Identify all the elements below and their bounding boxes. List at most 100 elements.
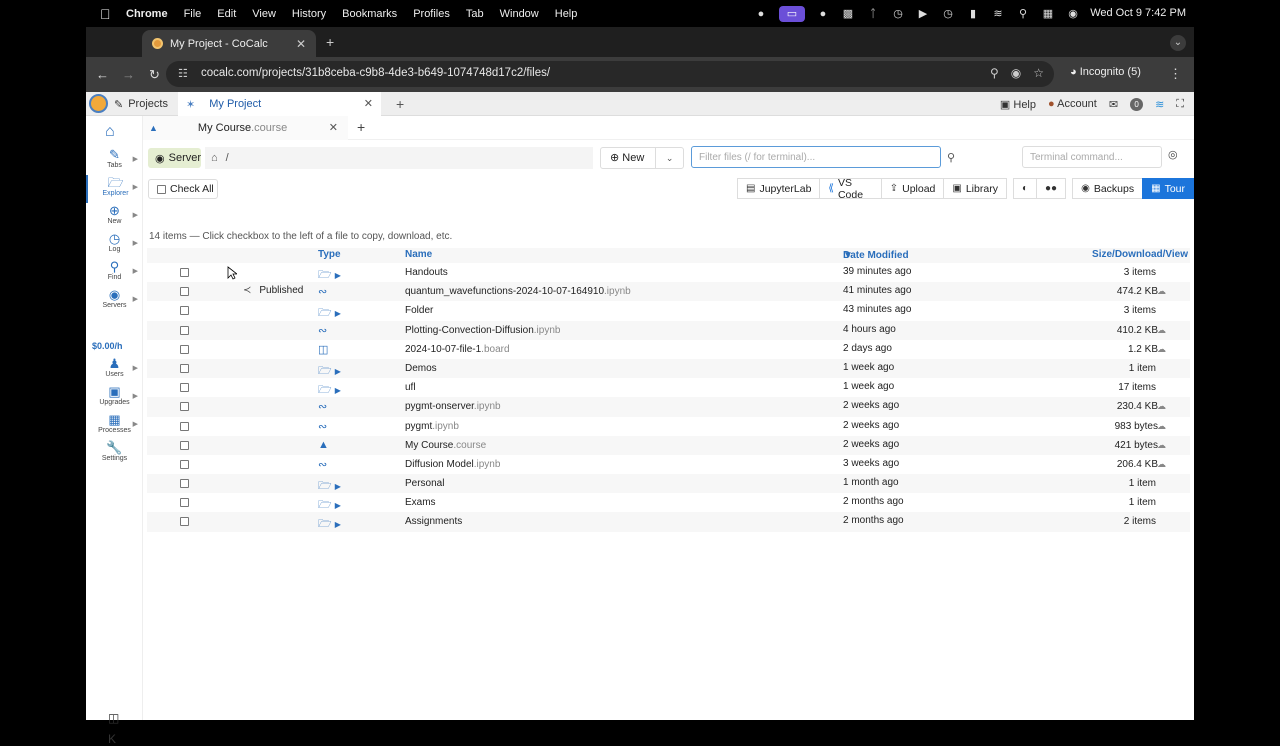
download-icon[interactable]: ☁ (1157, 440, 1166, 451)
file-name[interactable]: ufl (405, 382, 416, 393)
incognito-indicator[interactable]: ◕ Incognito (5) (1070, 66, 1141, 78)
file-name[interactable]: Folder (405, 305, 433, 316)
file-size[interactable]: 2 items (1124, 516, 1156, 527)
file-size[interactable]: 410.2 KB (1117, 325, 1158, 336)
search-status-icon[interactable]: ⚲ (1016, 7, 1030, 21)
file-size[interactable]: 1 item (1129, 478, 1156, 489)
messages-icon[interactable]: ✉ (1109, 98, 1118, 111)
clock-icon[interactable]: ◷ (941, 7, 955, 21)
file-name[interactable]: 2024-10-07-file-1.board (405, 344, 510, 355)
row-checkbox[interactable] (180, 306, 189, 316)
jupyterlab-button[interactable]: ▤ JupyterLab (737, 178, 821, 199)
file-name[interactable]: pygmt-onserver.ipynb (405, 401, 501, 412)
menu-tab[interactable]: Tab (466, 8, 484, 20)
file-name[interactable]: My Course.course (405, 440, 486, 451)
filter-files-input[interactable] (691, 146, 941, 168)
file-name[interactable]: Exams (405, 497, 436, 508)
display-icon[interactable]: ▩ (841, 7, 855, 21)
file-row[interactable]: 🗁 ▶ Assignments 2 months ago 2 items (147, 512, 1190, 532)
download-icon[interactable]: ☁ (1157, 325, 1166, 336)
menu-bookmarks[interactable]: Bookmarks (342, 8, 397, 20)
close-project-tab-icon[interactable]: ✕ (364, 97, 373, 110)
sidebar-item-upgrades[interactable]: ▣ Upgrades ▶ (86, 384, 143, 412)
file-row[interactable]: 🗁 ▶ Personal 1 month ago 1 item (147, 474, 1190, 494)
bluetooth-icon[interactable]: ᛏ (866, 7, 880, 21)
menu-edit[interactable]: Edit (217, 8, 236, 20)
user-icon[interactable]: ● (816, 7, 830, 21)
sidebar-item-find[interactable]: ⚲ Find ▶ (86, 259, 143, 287)
forward-icon[interactable]: → (122, 67, 135, 82)
file-name[interactable]: Plotting-Convection-Diffusion.ipynb (405, 325, 560, 336)
file-row[interactable]: ◫ 2024-10-07-file-1.board 2 days ago 1.2 KB… (147, 340, 1190, 359)
file-row[interactable]: 🗁 ▶ ufl 1 week ago 17 items (147, 378, 1190, 397)
browser-tab[interactable]: My Project - CoCalc ✕ (142, 30, 316, 57)
sidebar-item-new[interactable]: ⊕ New ▶ (86, 203, 143, 231)
hide-hidden-button[interactable]: ◐ (1012, 178, 1037, 199)
sort-by-size[interactable]: Size/Download/View (1092, 249, 1188, 260)
file-row[interactable]: ∾ Plotting-Convection-Diffusion.ipynb 4 ho… (147, 320, 1190, 340)
play-icon[interactable]: ▶ (916, 7, 930, 21)
file-size[interactable]: 983 bytes (1115, 421, 1158, 432)
sidebar-item-log[interactable]: ◷ Log ▶ (86, 231, 143, 259)
file-row[interactable]: ≺ Published ∾ quantum_wavefunctions-2024-10… (147, 282, 1190, 302)
sidebar-item-tabs[interactable]: ✎ Tabs ▶ (86, 147, 143, 175)
siri-icon[interactable]: ◉ (1066, 7, 1080, 21)
file-name[interactable]: pygmt.ipynb (405, 421, 459, 432)
server-button[interactable]: ◉ Server (148, 148, 201, 168)
menu-window[interactable]: Window (500, 8, 539, 20)
help-button[interactable]: ▣ Help (1000, 98, 1036, 111)
menu-help[interactable]: Help (555, 8, 578, 20)
download-icon[interactable]: ☁ (1157, 421, 1166, 432)
notifications-badge[interactable]: 0 (1130, 97, 1144, 111)
row-checkbox[interactable] (180, 363, 189, 373)
file-size[interactable]: 1 item (1129, 363, 1156, 374)
row-checkbox[interactable] (180, 287, 189, 297)
breadcrumb-path[interactable]: / (226, 152, 229, 164)
file-size[interactable]: 206.4 KB (1117, 459, 1158, 470)
file-row[interactable]: 🗁 ▶ Folder 43 minutes ago 3 items (147, 301, 1190, 320)
file-row[interactable]: ∾ pygmt.ipynb 2 weeks ago 983 bytes ☁ (147, 417, 1190, 436)
row-checkbox[interactable] (180, 459, 189, 469)
row-checkbox[interactable] (180, 325, 189, 335)
download-icon[interactable]: ☁ (1157, 286, 1166, 297)
file-size[interactable]: 3 items (1124, 305, 1156, 316)
new-tab-icon[interactable]: + (326, 34, 334, 50)
cocalc-logo[interactable] (89, 94, 108, 113)
home-path-icon[interactable]: ⌂ (211, 152, 218, 164)
project-tab[interactable]: ✶ My Project ✕ (178, 92, 381, 116)
masked-files-button[interactable]: ●● (1036, 178, 1067, 199)
file-size[interactable]: 421 bytes (1115, 440, 1158, 451)
omnibox[interactable]: ☷ cocalc.com/projects/31b8ceba-c9b8-4de3… (166, 61, 1054, 87)
row-checkbox[interactable] (180, 479, 189, 489)
close-tab-icon[interactable]: ✕ (296, 37, 306, 51)
site-info-icon[interactable]: ☷ (178, 67, 188, 80)
terminal-run-icon[interactable]: ◎ (1168, 148, 1178, 161)
menu-profiles[interactable]: Profiles (413, 8, 450, 20)
file-name[interactable]: quantum_wavefunctions-2024-10-07-164910.… (405, 286, 631, 297)
upload-button[interactable]: ⇪ Upload (880, 178, 945, 199)
download-icon[interactable]: ☁ (1157, 344, 1166, 355)
account-button[interactable]: ● Account (1048, 98, 1097, 110)
file-row[interactable]: ∾ pygmt-onserver.ipynb 2 weeks ago 230.4 KB… (147, 397, 1190, 417)
chrome-menu-icon[interactable]: ⋮ (1169, 66, 1182, 82)
row-checkbox[interactable] (180, 440, 189, 450)
file-size[interactable]: 17 items (1118, 382, 1156, 393)
menu-history[interactable]: History (292, 8, 326, 20)
row-checkbox[interactable] (180, 402, 189, 412)
file-size[interactable]: 230.4 KB (1117, 401, 1158, 412)
download-icon[interactable]: ☁ (1157, 401, 1166, 412)
sidebar-item-processes[interactable]: ▦ Processes ▶ (86, 412, 143, 440)
reload-icon[interactable]: ↻ (149, 67, 160, 83)
vscode-button[interactable]: ⟪ VS Code (819, 177, 882, 201)
file-size[interactable]: 1 item (1129, 497, 1156, 508)
file-size[interactable]: 474.2 KB (1117, 286, 1158, 297)
back-icon[interactable]: ← (96, 67, 109, 82)
library-button[interactable]: ▣ Library (943, 178, 1007, 199)
row-checkbox[interactable] (180, 421, 189, 431)
menu-app-name[interactable]: Chrome (126, 8, 168, 20)
row-checkbox[interactable] (180, 383, 189, 393)
battery-icon[interactable]: ▮ (966, 7, 980, 21)
file-name[interactable]: Handouts (405, 267, 448, 278)
new-file-label[interactable]: ⊕ New (601, 148, 657, 168)
file-size[interactable]: 1.2 KB (1128, 344, 1158, 355)
